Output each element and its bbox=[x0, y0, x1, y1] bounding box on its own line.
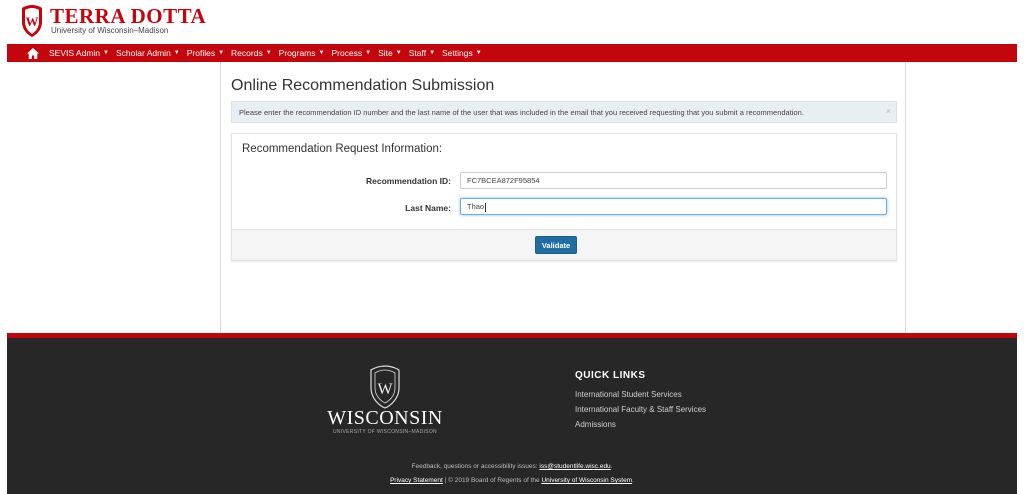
nav-label: Process bbox=[331, 48, 363, 58]
caret-down-icon: ▼ bbox=[475, 50, 482, 56]
panel-title: Recommendation Request Information: bbox=[242, 143, 443, 155]
brand-title[interactable]: TERRA DOTTA bbox=[50, 5, 206, 27]
caret-down-icon: ▼ bbox=[429, 50, 436, 56]
caret-down-icon: ▼ bbox=[265, 50, 272, 56]
nav-label: Settings bbox=[442, 48, 473, 58]
nav-process[interactable]: Process ▼ bbox=[331, 48, 371, 58]
wisconsin-wordmark[interactable]: WISCONSIN bbox=[320, 407, 450, 430]
caret-down-icon: ▼ bbox=[395, 50, 402, 56]
quick-link-ifss[interactable]: International Faculty & Staff Services bbox=[575, 405, 706, 414]
main-nav: SEVIS Admin ▼ Scholar Admin ▼ Profiles ▼ Re… bbox=[7, 44, 1017, 62]
nav-settings[interactable]: Settings ▼ bbox=[442, 48, 482, 58]
site-footer: W WISCONSIN UNIVERSITY OF WISCONSIN–MADI… bbox=[7, 338, 1017, 494]
uw-crest-icon[interactable]: W bbox=[20, 4, 44, 38]
site-header: W TERRA DOTTA University of Wisconsin–Ma… bbox=[0, 0, 1024, 44]
recommendation-id-value: FC7BCEA872F95854 bbox=[467, 176, 540, 185]
caret-down-icon: ▼ bbox=[173, 50, 180, 56]
nav-scholar-admin[interactable]: Scholar Admin ▼ bbox=[116, 48, 180, 58]
privacy-statement-link[interactable]: Privacy Statement bbox=[390, 477, 443, 484]
alert-text: Please enter the recommendation ID numbe… bbox=[239, 108, 804, 117]
main-area: Online Recommendation Submission Please … bbox=[7, 62, 1017, 333]
caret-down-icon: ▼ bbox=[218, 50, 225, 56]
feedback-text: Feedback, questions or accessibility iss… bbox=[411, 463, 540, 470]
nav-label: Programs bbox=[278, 48, 316, 58]
quick-link-iss[interactable]: International Student Services bbox=[575, 390, 682, 399]
close-icon[interactable]: × bbox=[886, 106, 891, 116]
nav-site[interactable]: Site ▼ bbox=[378, 48, 402, 58]
caret-down-icon: ▼ bbox=[318, 50, 325, 56]
caret-down-icon: ▼ bbox=[365, 50, 372, 56]
recommendation-id-label: Recommendation ID: bbox=[365, 176, 451, 186]
nav-sevis-admin[interactable]: SEVIS Admin ▼ bbox=[49, 48, 109, 58]
page-title: Online Recommendation Submission bbox=[231, 77, 495, 94]
nav-label: SEVIS Admin bbox=[49, 48, 101, 58]
uw-system-link[interactable]: University of Wisconsin System bbox=[541, 477, 632, 484]
uw-crest-icon[interactable]: W bbox=[368, 364, 402, 410]
info-alert: Please enter the recommendation ID numbe… bbox=[231, 101, 897, 123]
quick-links-title: QUICK LINKS bbox=[575, 370, 646, 381]
nav-label: Profiles bbox=[186, 48, 216, 58]
caret-down-icon: ▼ bbox=[103, 50, 109, 56]
recommendation-id-input[interactable]: FC7BCEA872F95854 bbox=[460, 172, 887, 189]
feedback-email-link[interactable]: iss@studentlife.wisc.edu bbox=[539, 463, 610, 470]
last-name-input[interactable]: Thao bbox=[460, 198, 887, 215]
last-name-value: Thao bbox=[467, 202, 485, 211]
validate-button[interactable]: Validate bbox=[535, 236, 577, 254]
copyright-line: Privacy Statement | © 2019 Board of Rege… bbox=[7, 477, 1017, 484]
quick-link-admissions[interactable]: Admissions bbox=[575, 420, 616, 429]
brand-subtitle: University of Wisconsin–Madison bbox=[51, 26, 169, 35]
content-column: Online Recommendation Submission Please … bbox=[220, 62, 906, 333]
recommendation-request-panel: Recommendation Request Information: Reco… bbox=[231, 133, 897, 261]
copyright-end: . bbox=[632, 477, 634, 484]
copyright-text: | © 2019 Board of Regents of the bbox=[442, 477, 542, 484]
home-icon[interactable] bbox=[27, 47, 39, 59]
wordmark-subtitle: UNIVERSITY OF WISCONSIN–MADISON bbox=[333, 429, 437, 435]
nav-label: Scholar Admin bbox=[115, 48, 171, 58]
panel-footer: Validate bbox=[232, 229, 896, 260]
nav-records[interactable]: Records ▼ bbox=[231, 48, 272, 58]
nav-programs[interactable]: Programs ▼ bbox=[279, 48, 325, 58]
svg-text:W: W bbox=[377, 381, 393, 398]
text-cursor bbox=[485, 202, 487, 212]
svg-text:W: W bbox=[26, 14, 39, 29]
feedback-line: Feedback, questions or accessibility iss… bbox=[7, 463, 1017, 470]
nav-label: Staff bbox=[408, 48, 427, 58]
last-name-label: Last Name: bbox=[405, 203, 451, 213]
feedback-suffix: . bbox=[610, 463, 613, 470]
nav-label: Site bbox=[378, 48, 393, 58]
nav-staff[interactable]: Staff ▼ bbox=[409, 48, 435, 58]
nav-label: Records bbox=[231, 48, 263, 58]
nav-profiles[interactable]: Profiles ▼ bbox=[187, 48, 224, 58]
